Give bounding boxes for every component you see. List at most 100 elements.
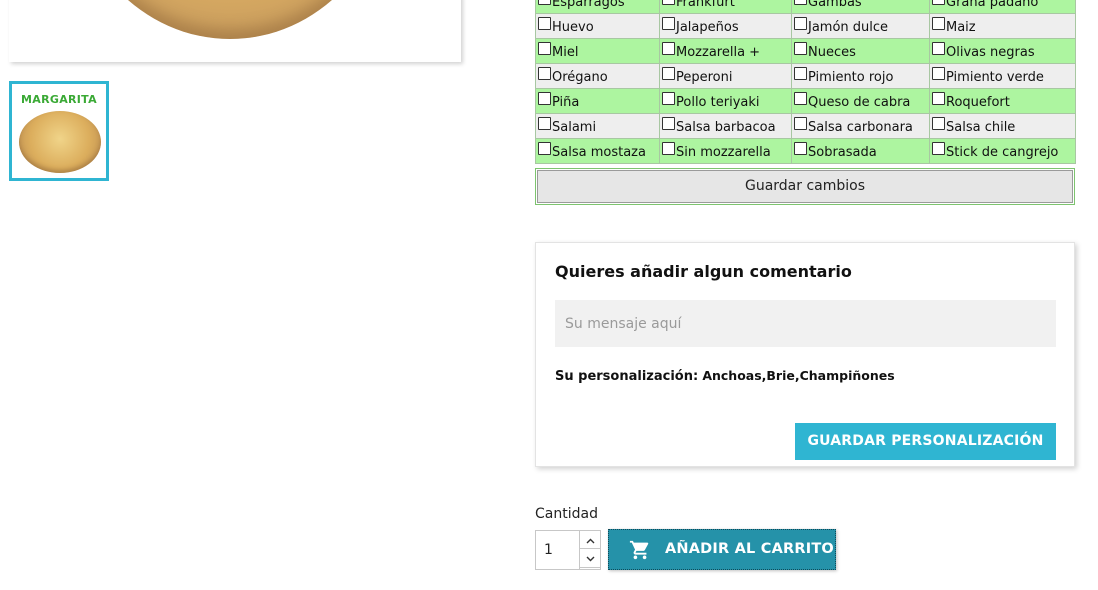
- ingredient-checkbox[interactable]: [662, 142, 675, 155]
- ingredient-cell[interactable]: Pimiento verde: [929, 63, 1076, 89]
- ingredient-label: Olivas negras: [946, 45, 1035, 60]
- save-personalization-button[interactable]: GUARDAR PERSONALIZACIÓN: [795, 423, 1056, 460]
- ingredient-cell[interactable]: Piña: [535, 88, 660, 114]
- ingredient-label: Jamón dulce: [808, 20, 889, 35]
- ingredients-table: Espárragos Frankfurt Gambas Grana padano Hue…: [535, 0, 1076, 164]
- ingredient-cell[interactable]: Salsa carbonara: [791, 113, 930, 139]
- ingredient-label: Sin mozzarella: [676, 145, 771, 160]
- ingredient-checkbox[interactable]: [662, 42, 675, 55]
- ingredient-checkbox[interactable]: [538, 0, 551, 5]
- ingredient-label: Peperoni: [676, 70, 733, 85]
- quantity-input[interactable]: 1: [544, 542, 553, 558]
- chevron-down-icon[interactable]: [580, 549, 601, 568]
- ingredient-cell[interactable]: Miel: [535, 38, 660, 64]
- ingredient-cell[interactable]: Nueces: [791, 38, 930, 64]
- ingredient-cell[interactable]: Salami: [535, 113, 660, 139]
- ingredient-checkbox[interactable]: [794, 117, 807, 130]
- ingredient-checkbox[interactable]: [932, 117, 945, 130]
- ingredient-cell[interactable]: Gambas: [791, 0, 930, 14]
- ingredient-label: Nueces: [808, 45, 856, 60]
- ingredient-checkbox[interactable]: [662, 67, 675, 80]
- ingredient-label: Salsa barbacoa: [676, 120, 776, 135]
- ingredient-label: Pollo teriyaki: [676, 95, 760, 110]
- ingredient-cell[interactable]: Olivas negras: [929, 38, 1076, 64]
- ingredient-cell[interactable]: Grana padano: [929, 0, 1076, 14]
- ingredient-row: Salami Salsa barbacoa Salsa carbonara Salsa…: [535, 113, 1076, 139]
- ingredient-checkbox[interactable]: [932, 92, 945, 105]
- ingredient-checkbox[interactable]: [538, 42, 551, 55]
- ingredient-cell[interactable]: Mozzarella +: [659, 38, 792, 64]
- ingredient-row: Espárragos Frankfurt Gambas Grana padano: [535, 0, 1076, 14]
- ingredient-checkbox[interactable]: [794, 42, 807, 55]
- personalization-label: Su personalización:: [555, 369, 699, 384]
- ingredient-checkbox[interactable]: [794, 92, 807, 105]
- chevron-up-icon[interactable]: [580, 530, 601, 549]
- ingredient-checkbox[interactable]: [932, 67, 945, 80]
- ingredient-checkbox[interactable]: [794, 142, 807, 155]
- ingredient-checkbox[interactable]: [538, 67, 551, 80]
- ingredient-checkbox[interactable]: [932, 17, 945, 30]
- ingredient-label: Pimiento verde: [946, 70, 1044, 85]
- ingredient-row: Piña Pollo teriyaki Queso de cabra Roquefor…: [535, 88, 1076, 114]
- ingredient-checkbox[interactable]: [538, 117, 551, 130]
- ingredient-label: Huevo: [552, 20, 594, 35]
- product-main-image: [9, 0, 461, 62]
- ingredient-label: Salsa carbonara: [808, 120, 913, 135]
- ingredient-checkbox[interactable]: [794, 0, 807, 5]
- ingredient-cell[interactable]: Frankfurt: [659, 0, 792, 14]
- ingredient-cell[interactable]: Jamón dulce: [791, 13, 930, 39]
- ingredient-label: Roquefort: [946, 95, 1010, 110]
- customization-card: Quieres añadir algun comentario Su perso…: [535, 242, 1075, 467]
- ingredient-cell[interactable]: Espárragos: [535, 0, 660, 14]
- ingredient-label: Sobrasada: [808, 145, 877, 160]
- ingredient-label: Piña: [552, 95, 580, 110]
- ingredient-cell[interactable]: Salsa barbacoa: [659, 113, 792, 139]
- ingredient-checkbox[interactable]: [538, 17, 551, 30]
- ingredient-cell[interactable]: Sobrasada: [791, 138, 930, 164]
- ingredient-checkbox[interactable]: [794, 67, 807, 80]
- thumbnail-title: MARGARITA: [21, 93, 97, 106]
- ingredient-cell[interactable]: Pimiento rojo: [791, 63, 930, 89]
- ingredient-checkbox[interactable]: [538, 142, 551, 155]
- add-to-cart-button[interactable]: AÑADIR AL CARRITO: [608, 529, 836, 570]
- customization-title: Quieres añadir algun comentario: [555, 262, 852, 281]
- personalization-summary: Su personalización: Anchoas,Brie,Champiñ…: [555, 368, 895, 384]
- ingredient-cell[interactable]: Jalapeños: [659, 13, 792, 39]
- ingredient-cell[interactable]: Orégano: [535, 63, 660, 89]
- ingredient-label: Salami: [552, 120, 597, 135]
- ingredient-checkbox[interactable]: [662, 0, 675, 5]
- ingredient-cell[interactable]: Huevo: [535, 13, 660, 39]
- ingredient-label: Stick de cangrejo: [946, 145, 1059, 160]
- ingredient-cell[interactable]: Maiz: [929, 13, 1076, 39]
- ingredient-checkbox[interactable]: [662, 92, 675, 105]
- add-to-cart-label: AÑADIR AL CARRITO: [665, 541, 834, 557]
- customization-message-input[interactable]: [555, 300, 1056, 347]
- ingredient-cell[interactable]: Stick de cangrejo: [929, 138, 1076, 164]
- product-thumbnail[interactable]: MARGARITA: [9, 81, 109, 181]
- ingredient-checkbox[interactable]: [932, 142, 945, 155]
- ingredient-cell[interactable]: Pollo teriyaki: [659, 88, 792, 114]
- ingredient-cell[interactable]: Salsa mostaza: [535, 138, 660, 164]
- ingredient-checkbox[interactable]: [932, 0, 945, 5]
- ingredient-label: Maiz: [946, 20, 976, 35]
- ingredient-label: Pimiento rojo: [808, 70, 894, 85]
- ingredient-cell[interactable]: Salsa chile: [929, 113, 1076, 139]
- ingredient-cell[interactable]: Peperoni: [659, 63, 792, 89]
- personalization-value: Anchoas,Brie,Champiñones: [702, 368, 895, 383]
- ingredient-checkbox[interactable]: [932, 42, 945, 55]
- ingredient-label: Frankfurt: [676, 0, 735, 10]
- ingredient-label: Gambas: [808, 0, 862, 10]
- ingredient-cell[interactable]: Sin mozzarella: [659, 138, 792, 164]
- save-changes-button[interactable]: Guardar cambios: [537, 170, 1073, 203]
- ingredient-row: Huevo Jalapeños Jamón dulce Maiz: [535, 13, 1076, 39]
- quantity-arrows: [579, 530, 601, 570]
- ingredient-label: Orégano: [552, 70, 608, 85]
- ingredient-checkbox[interactable]: [538, 92, 551, 105]
- ingredient-checkbox[interactable]: [662, 117, 675, 130]
- ingredient-cell[interactable]: Queso de cabra: [791, 88, 930, 114]
- ingredient-checkbox[interactable]: [662, 17, 675, 30]
- ingredient-checkbox[interactable]: [794, 17, 807, 30]
- thumbnail-pizza-image: [19, 111, 101, 173]
- ingredient-label: Queso de cabra: [808, 95, 911, 110]
- ingredient-cell[interactable]: Roquefort: [929, 88, 1076, 114]
